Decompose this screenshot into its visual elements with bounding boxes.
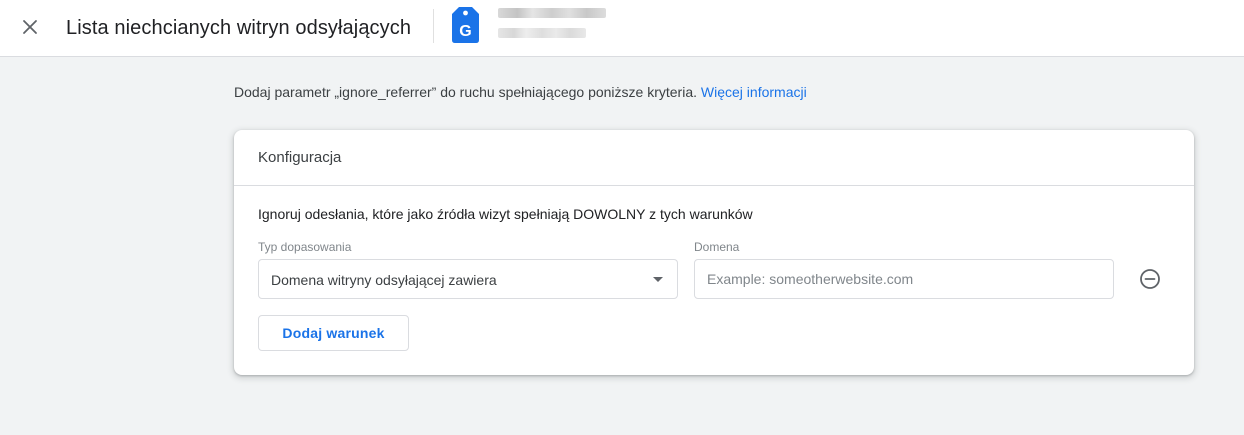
- description-text: Dodaj parametr „ignore_referrer” do ruch…: [234, 83, 807, 101]
- remove-condition-icon[interactable]: [1138, 267, 1162, 291]
- title-divider: [433, 9, 434, 43]
- close-icon: [23, 20, 37, 34]
- configuration-card: Konfiguracja Ignoruj odesłania, które ja…: [234, 130, 1194, 375]
- account-info-redacted: [498, 8, 606, 38]
- domain-input[interactable]: [694, 259, 1114, 299]
- domain-label: Domena: [694, 240, 740, 254]
- top-bar: Lista niechcianych witryn odsyłających G: [0, 0, 1244, 57]
- more-info-link[interactable]: Więcej informacji: [701, 84, 807, 100]
- match-type-label: Typ dopasowania: [258, 240, 352, 254]
- account-id-redacted: [498, 28, 586, 38]
- add-condition-button[interactable]: Dodaj warunek: [258, 315, 409, 351]
- close-button[interactable]: [14, 11, 46, 43]
- svg-text:G: G: [459, 23, 471, 40]
- rule-heading: Ignoruj odesłania, które jako źródła wiz…: [258, 206, 753, 222]
- card-header: Konfiguracja: [234, 130, 1194, 186]
- match-type-select[interactable]: Domena witryny odsyłającej zawiera: [258, 259, 678, 299]
- page-title: Lista niechcianych witryn odsyłających: [66, 17, 412, 39]
- google-tag-icon: G: [452, 7, 479, 43]
- description-body: Dodaj parametr „ignore_referrer” do ruch…: [234, 84, 701, 100]
- match-type-value: Domena witryny odsyłającej zawiera: [271, 272, 497, 288]
- card-title: Konfiguracja: [258, 149, 342, 166]
- dropdown-arrow-icon: [653, 277, 663, 282]
- account-name-redacted: [498, 8, 606, 18]
